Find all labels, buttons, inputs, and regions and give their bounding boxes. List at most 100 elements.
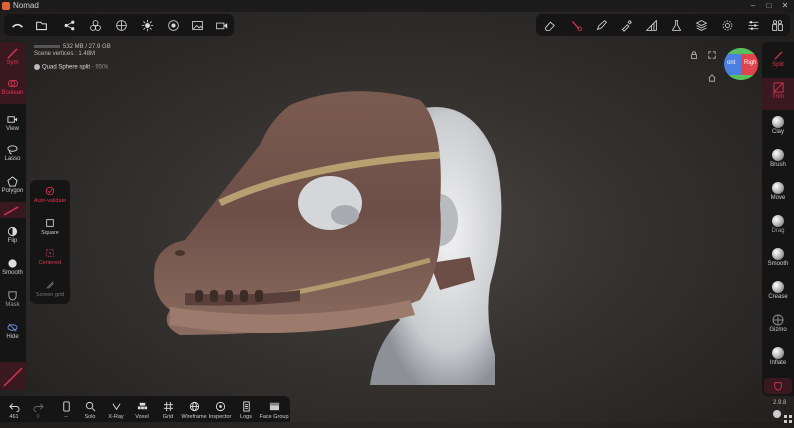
left-tool-hide[interactable]: Hide <box>0 322 25 340</box>
redo-button[interactable]: 0 <box>24 401 52 420</box>
topology-icon[interactable] <box>642 16 660 34</box>
left-tool-mask[interactable]: Mask <box>0 290 25 308</box>
right-tool-clay[interactable]: Clay <box>764 116 792 135</box>
left-tool-view[interactable]: View <box>0 114 25 132</box>
video-icon[interactable] <box>212 16 230 34</box>
eraser-icon[interactable] <box>540 16 558 34</box>
grid-icon <box>163 401 173 412</box>
screen-grid-toggle[interactable]: Screen grid <box>31 280 69 298</box>
centered-icon <box>46 249 54 257</box>
minimize-icon[interactable]: – <box>746 0 760 12</box>
split-icon <box>773 51 783 60</box>
grid-button[interactable]: Grid <box>154 401 182 420</box>
inspector-button[interactable]: Inspector <box>206 401 234 420</box>
gizmo-front-label: ont <box>727 60 736 66</box>
left-tool-flip[interactable]: Flip <box>0 226 25 244</box>
scene-tree-icon[interactable] <box>60 16 78 34</box>
object-icon <box>34 64 40 70</box>
right-tool-move[interactable]: Move <box>764 182 792 201</box>
left-tool-sym[interactable]: Sym <box>0 48 25 66</box>
right-tool-smooth[interactable]: Smooth <box>764 248 792 267</box>
info-icon[interactable] <box>773 410 781 418</box>
flask-icon[interactable] <box>667 16 685 34</box>
right-tool-crease[interactable]: Crease <box>764 281 792 300</box>
settings-sliders-icon[interactable] <box>744 16 762 34</box>
left-tool-boolean[interactable]: Boolean <box>0 78 25 96</box>
dropper-icon[interactable] <box>617 16 635 34</box>
hide-icon <box>7 323 18 332</box>
maximize-icon[interactable]: □ <box>762 0 776 12</box>
trim-line-tool[interactable] <box>0 202 26 218</box>
auto-validate-toggle[interactable]: Auto-validate <box>31 186 69 204</box>
orientation-gizmo[interactable]: ont Righ <box>724 48 758 80</box>
stroke-preview[interactable] <box>0 362 26 390</box>
app-title: Nomad <box>13 1 39 10</box>
object-info[interactable]: Quad Sphere split - 950k <box>34 64 108 71</box>
material-icon[interactable] <box>164 16 182 34</box>
camera-icon <box>7 116 18 123</box>
inspector-icon <box>215 401 225 412</box>
xray-icon <box>111 403 121 411</box>
left-tool-smooth[interactable]: Smooth <box>0 258 25 276</box>
square-toggle[interactable]: Square <box>31 218 69 236</box>
right-tool-trim[interactable]: Trim <box>764 82 792 100</box>
right-tool-split[interactable]: Split <box>764 50 792 68</box>
shapes-icon[interactable] <box>86 16 104 34</box>
left-tool-polygon[interactable]: Polygon <box>0 176 25 194</box>
polygon-icon <box>7 176 18 187</box>
app-icon <box>2 2 10 10</box>
app-version: 2.9.8 <box>773 400 787 406</box>
bottom-toolbar: 461 0 -- Solo X-Ray Voxel Grid Wireframe… <box>0 396 290 422</box>
lasso-icon <box>7 145 18 155</box>
xray-button[interactable]: X-Ray <box>102 401 130 420</box>
check-circle-icon <box>45 186 55 196</box>
layers-icon[interactable] <box>692 16 710 34</box>
voxel-button[interactable]: Voxel <box>128 401 156 420</box>
gear-icon[interactable] <box>718 16 736 34</box>
wireframe-button[interactable]: Wireframe <box>180 401 208 420</box>
menu-icon[interactable] <box>8 16 26 34</box>
close-icon[interactable]: ✕ <box>778 0 792 12</box>
left-tool-lasso[interactable]: Lasso <box>0 144 25 162</box>
search-icon <box>85 401 95 412</box>
image-icon[interactable] <box>188 16 206 34</box>
right-tool-gizmo[interactable]: Gizmo <box>764 314 792 333</box>
gizmo-icon <box>772 314 784 326</box>
mask-icon <box>8 291 17 301</box>
fullscreen-icon[interactable] <box>708 46 716 59</box>
folder-icon[interactable] <box>32 16 50 34</box>
scene-objects-icon[interactable] <box>768 16 786 34</box>
right-tool-inflate[interactable]: Inflate <box>764 347 792 366</box>
sun-icon[interactable] <box>138 16 156 34</box>
centered-toggle[interactable]: Centered <box>31 248 69 266</box>
sculpt-model[interactable] <box>140 85 520 385</box>
boolean-icon <box>7 79 18 88</box>
solo-button[interactable]: Solo <box>76 401 104 420</box>
pen-icon[interactable] <box>592 16 610 34</box>
gizmo-right-label: Righ <box>744 60 757 66</box>
logs-icon <box>242 401 250 412</box>
globe-icon[interactable] <box>112 16 130 34</box>
lock-icon[interactable] <box>690 46 698 59</box>
mask-shield-button[interactable] <box>764 378 792 394</box>
clay-icon <box>772 116 784 128</box>
grid-menu-icon[interactable] <box>784 410 792 423</box>
move-icon <box>772 182 784 194</box>
smooth-icon <box>8 259 17 268</box>
screen-grid-icon <box>46 281 54 289</box>
face-group-button[interactable]: Face Group <box>258 401 290 420</box>
facegroup-icon <box>269 402 279 411</box>
trim-options-popup: Auto-validate Square Centered Screen gri… <box>30 180 70 304</box>
top-left-toolbar <box>4 14 234 36</box>
inflate-icon <box>772 347 784 359</box>
left-sidebar: Sym Boolean View Lasso Polygon Flip Smoo… <box>0 42 26 390</box>
smooth-brush-icon <box>772 248 784 260</box>
right-tool-brush[interactable]: Brush <box>764 149 792 168</box>
right-tool-drag[interactable]: Drag <box>764 215 792 234</box>
trim-tool-icon[interactable] <box>567 16 585 34</box>
shield-icon <box>774 382 782 391</box>
brush-icon <box>772 149 784 161</box>
right-sidebar: Split Trim Clay Brush Move Drag Smooth C… <box>762 42 794 396</box>
home-icon[interactable] <box>708 69 716 82</box>
logs-button[interactable]: Logs <box>232 401 260 420</box>
